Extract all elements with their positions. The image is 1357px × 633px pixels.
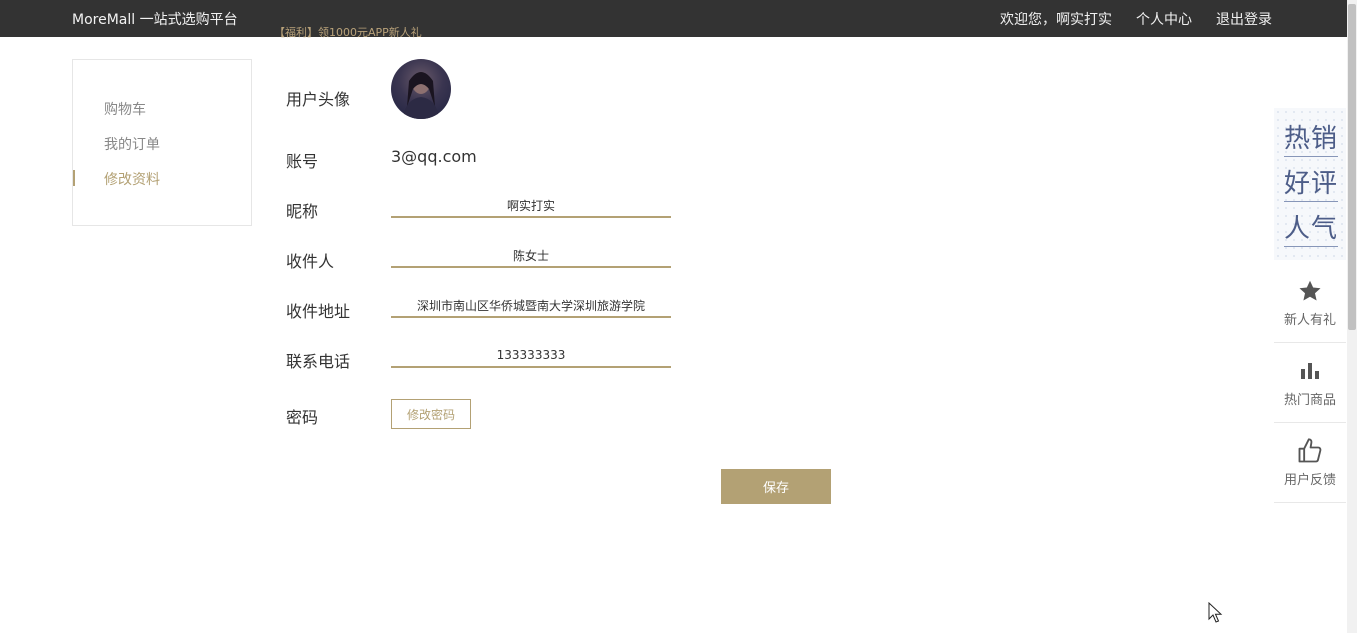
new-user-gift-label: 新人有礼 (1283, 313, 1336, 328)
sidebar-item-edit-profile[interactable]: 修改资料 (104, 169, 160, 189)
recipient-input[interactable] (391, 244, 671, 268)
recipient-label: 收件人 (286, 252, 335, 271)
active-indicator (73, 170, 75, 186)
page-scrollbar[interactable] (1347, 0, 1357, 633)
hot-rankings-panel[interactable]: 热销 好评 人气 (1274, 108, 1346, 260)
phone-label: 联系电话 (286, 352, 351, 371)
mouse-cursor-icon (1208, 602, 1223, 623)
sidebar-item-cart[interactable]: 购物车 (104, 99, 146, 119)
bar-chart-icon (1274, 357, 1346, 385)
user-feedback-label: 用户反馈 (1283, 473, 1336, 488)
top-navigation-bar: MoreMall 一站式选购平台 欢迎您，啊实打实 个人中心 退出登录 (0, 0, 1347, 37)
site-brand[interactable]: MoreMall 一站式选购平台 (72, 9, 238, 29)
avatar-portrait-icon (403, 72, 439, 119)
hot-products-button[interactable]: 热门商品 (1274, 343, 1346, 423)
user-center-link[interactable]: 个人中心 (1136, 9, 1192, 29)
save-button[interactable]: 保存 (721, 469, 831, 504)
popular-text: 人气 (1284, 212, 1339, 247)
nickname-label: 昵称 (286, 202, 319, 221)
scrollbar-thumb[interactable] (1348, 4, 1356, 330)
nickname-input[interactable] (391, 194, 671, 218)
account-sidebar: 购物车 我的订单 修改资料 (72, 59, 252, 226)
account-label: 账号 (286, 152, 319, 171)
address-input[interactable] (391, 294, 671, 318)
avatar-label: 用户头像 (286, 90, 351, 109)
sidebar-item-orders[interactable]: 我的订单 (104, 134, 160, 154)
password-label: 密码 (286, 408, 319, 427)
change-password-button[interactable]: 修改密码 (391, 399, 471, 429)
user-feedback-button[interactable]: 用户反馈 (1274, 423, 1346, 503)
hot-selling-text: 热销 (1284, 122, 1339, 157)
hot-products-label: 热门商品 (1283, 393, 1336, 408)
user-avatar[interactable] (391, 59, 451, 119)
address-label: 收件地址 (286, 302, 351, 321)
new-user-gift-button[interactable]: 新人有礼 (1274, 263, 1346, 343)
welcome-user-link[interactable]: 欢迎您，啊实打实 (1000, 9, 1112, 29)
phone-input[interactable] (391, 344, 671, 368)
logout-link[interactable]: 退出登录 (1216, 9, 1272, 29)
account-value: 3@qq.com (391, 147, 477, 166)
promo-banner-link[interactable]: 【福利】领1000元APP新人礼 (274, 26, 422, 40)
thumbs-up-icon (1274, 437, 1346, 465)
top-rated-text: 好评 (1284, 167, 1339, 202)
top-nav-links: 欢迎您，啊实打实 个人中心 退出登录 (1000, 9, 1272, 29)
star-icon (1274, 277, 1346, 305)
